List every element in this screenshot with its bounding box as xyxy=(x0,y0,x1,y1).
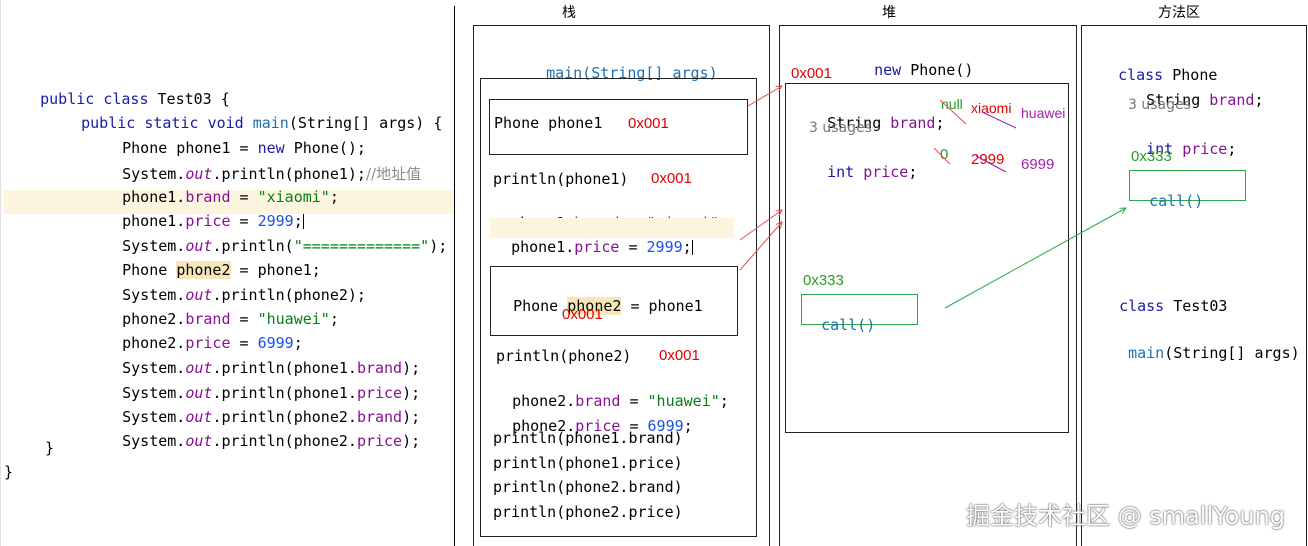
strike-xiaomi xyxy=(981,111,1017,129)
arrow-method-to-method-area xyxy=(944,208,1126,309)
arrow-phone1-to-heap xyxy=(747,86,782,107)
strike-null xyxy=(939,99,967,125)
diagram-connectors xyxy=(739,0,1308,309)
arrow-phone2-to-heap xyxy=(739,222,782,271)
strike-2999 xyxy=(975,155,1007,173)
watermark: 掘金技术社区 @ smallYoung xyxy=(966,502,1285,530)
strike-zero xyxy=(933,147,951,165)
arrow-price-to-heap xyxy=(739,210,782,241)
